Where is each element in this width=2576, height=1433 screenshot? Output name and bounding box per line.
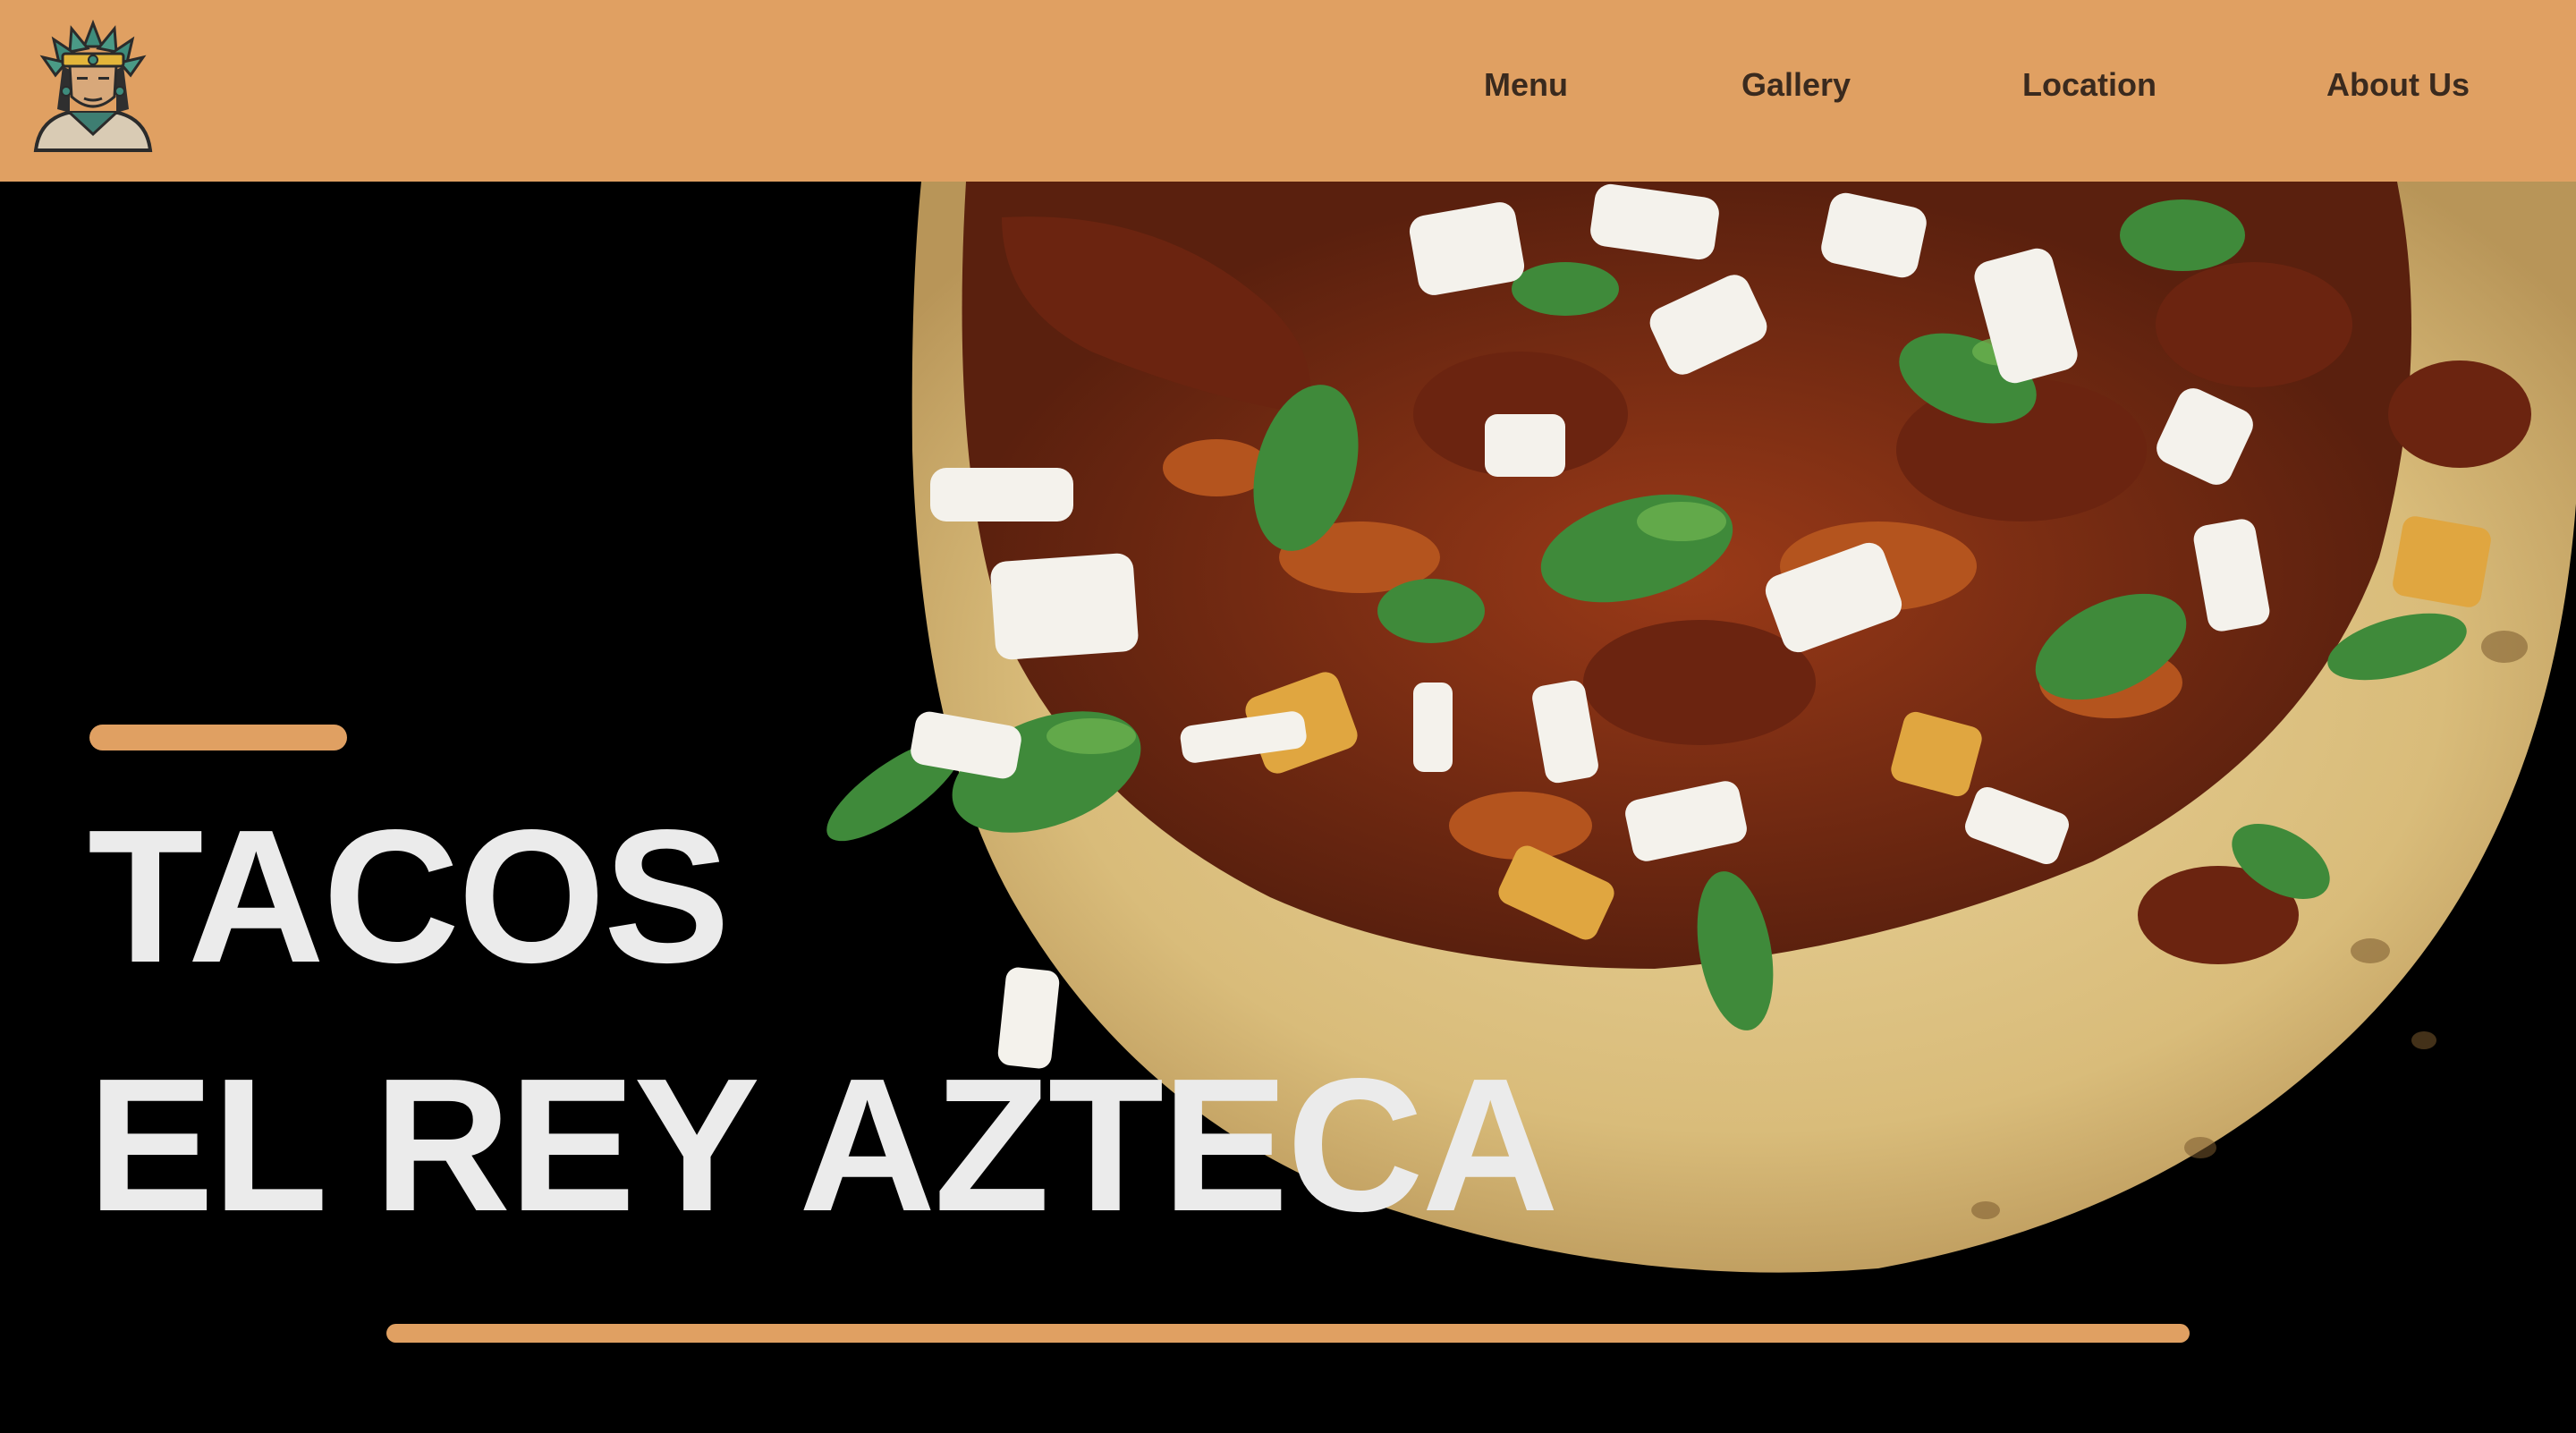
hero-title: TACOS EL REY AZTECA xyxy=(88,772,1559,1269)
aztec-king-mascot-icon xyxy=(33,20,153,152)
hero-title-line-1: TACOS xyxy=(88,790,730,1002)
nav-menu-link[interactable]: Menu xyxy=(1484,66,1568,104)
hero-section: TACOS EL REY AZTECA xyxy=(0,182,2576,1433)
accent-bar-short xyxy=(89,725,347,750)
logo-home-link[interactable] xyxy=(0,0,179,182)
accent-bar-long xyxy=(386,1324,2190,1343)
nav-gallery-link[interactable]: Gallery xyxy=(1741,66,1851,104)
nav-location-link[interactable]: Location xyxy=(2022,66,2157,104)
nav-about-us-link[interactable]: About Us xyxy=(2326,66,2470,104)
hero-title-line-2: EL REY AZTECA xyxy=(88,1039,1559,1251)
top-navbar: Menu Gallery Location About Us xyxy=(0,0,2576,182)
